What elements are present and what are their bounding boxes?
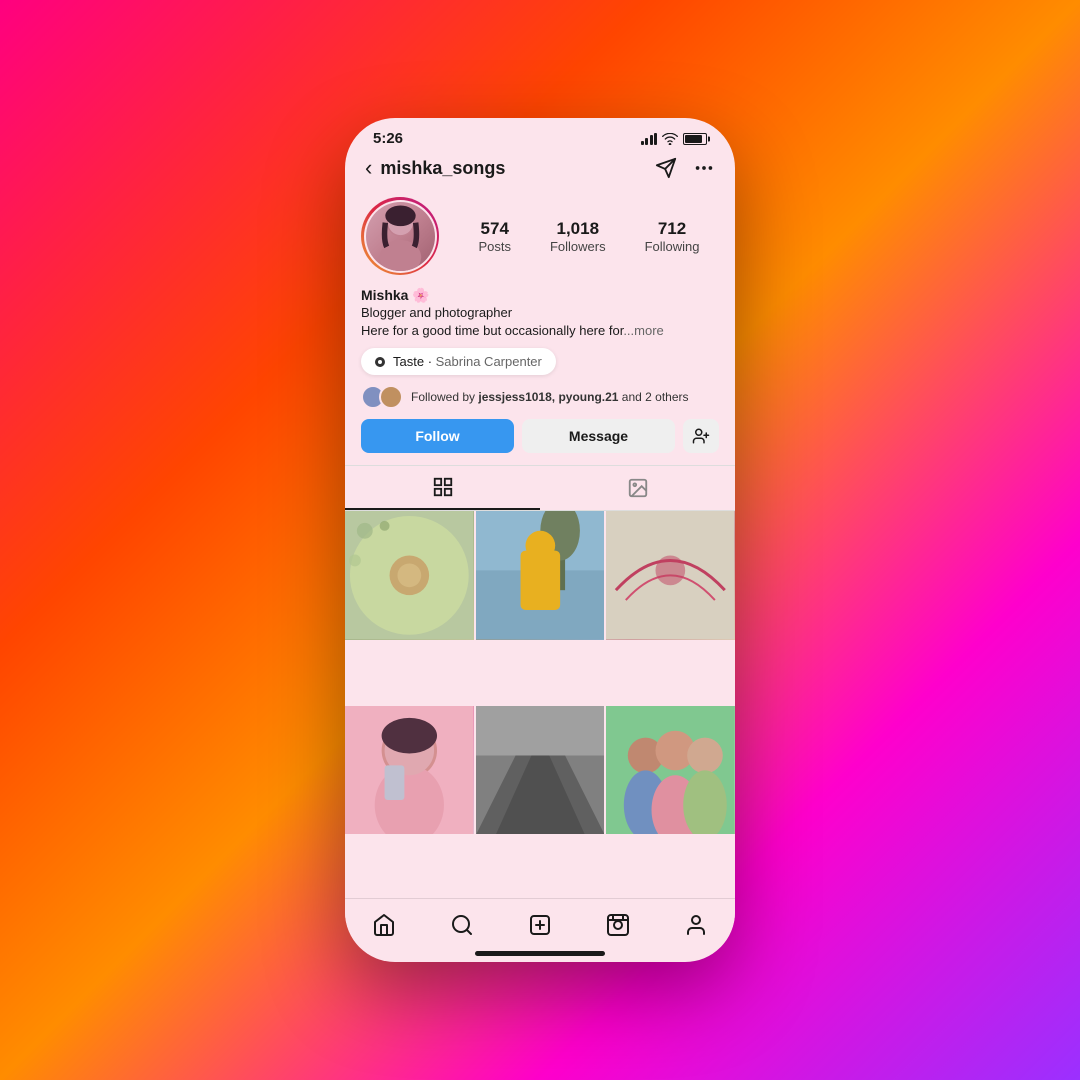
grid-photo-6[interactable] <box>606 706 735 835</box>
music-song: Taste · Sabrina Carpenter <box>393 354 542 369</box>
nav-header: ‹ mishka_songs <box>345 151 735 189</box>
grid-photo-1[interactable] <box>345 511 474 640</box>
grid-photo-3[interactable] <box>606 511 735 640</box>
followed-by-text: Followed by jessjess1018, pyoung.21 and … <box>411 390 689 404</box>
music-icon <box>375 357 385 367</box>
nav-create[interactable] <box>516 907 564 943</box>
followed-names: jessjess1018, pyoung.21 <box>478 390 618 404</box>
bio-more[interactable]: ...more <box>623 323 663 338</box>
follower-avatar-2 <box>379 385 403 409</box>
stats-row: 574 Posts 1,018 Followers 712 Following <box>459 219 719 254</box>
grid-photo-2[interactable] <box>476 511 605 640</box>
grid-photo-5[interactable] <box>476 706 605 835</box>
signal-icon <box>641 133 658 145</box>
photo-grid <box>345 511 735 898</box>
stat-followers[interactable]: 1,018 Followers <box>550 219 606 254</box>
message-button[interactable]: Message <box>522 419 675 453</box>
add-friend-button[interactable] <box>683 419 719 453</box>
follower-avatars <box>361 385 403 409</box>
battery-icon <box>683 133 707 145</box>
bio-line2: Here for a good time but occasionally he… <box>361 323 623 338</box>
home-icon <box>372 913 396 937</box>
nav-reels[interactable] <box>594 907 642 943</box>
followers-count: 1,018 <box>557 219 600 239</box>
music-artist: Sabrina Carpenter <box>436 354 542 369</box>
search-icon <box>450 913 474 937</box>
avatar[interactable] <box>361 197 439 275</box>
bio-line1: Blogger and photographer <box>361 305 512 320</box>
bottom-nav <box>345 898 735 947</box>
tab-tagged[interactable] <box>540 466 735 510</box>
profile-top: 574 Posts 1,018 Followers 712 Following <box>361 197 719 275</box>
reels-icon <box>606 913 630 937</box>
tab-grid[interactable] <box>345 466 540 510</box>
grid-photo-4[interactable] <box>345 706 474 835</box>
tag-icon <box>627 477 649 499</box>
profile-icon <box>684 913 708 937</box>
followed-by: Followed by jessjess1018, pyoung.21 and … <box>361 385 719 409</box>
posts-label: Posts <box>478 239 511 254</box>
home-indicator <box>475 951 605 956</box>
status-bar: 5:26 <box>345 118 735 151</box>
follow-button[interactable]: Follow <box>361 419 514 453</box>
nav-profile[interactable] <box>672 907 720 943</box>
nav-username: mishka_songs <box>380 158 655 179</box>
grid-icon <box>432 476 454 498</box>
stat-following[interactable]: 712 Following <box>645 219 700 254</box>
create-icon <box>528 913 552 937</box>
music-pill[interactable]: Taste · Sabrina Carpenter <box>361 348 556 375</box>
stat-posts[interactable]: 574 Posts <box>478 219 511 254</box>
followed-suffix: and 2 others <box>618 390 688 404</box>
more-icon[interactable] <box>693 157 715 179</box>
profile-section: 574 Posts 1,018 Followers 712 Following … <box>345 189 735 465</box>
action-buttons: Follow Message <box>361 419 719 453</box>
tab-bar <box>345 465 735 511</box>
profile-name: Mishka 🌸 <box>361 287 719 304</box>
add-person-icon <box>692 427 710 445</box>
wifi-icon <box>662 133 678 145</box>
nav-actions <box>655 157 715 179</box>
followers-label: Followers <box>550 239 606 254</box>
following-label: Following <box>645 239 700 254</box>
bio-text: Blogger and photographer Here for a good… <box>361 304 719 340</box>
nav-search[interactable] <box>438 907 486 943</box>
following-count: 712 <box>658 219 686 239</box>
phone-frame: 5:26 ‹ mishka_songs <box>345 118 735 962</box>
back-button[interactable]: ‹ <box>365 155 372 181</box>
nav-home[interactable] <box>360 907 408 943</box>
status-time: 5:26 <box>373 130 403 147</box>
send-icon[interactable] <box>655 157 677 179</box>
status-icons <box>641 133 708 145</box>
posts-count: 574 <box>481 219 509 239</box>
bio-section: Mishka 🌸 Blogger and photographer Here f… <box>361 287 719 340</box>
